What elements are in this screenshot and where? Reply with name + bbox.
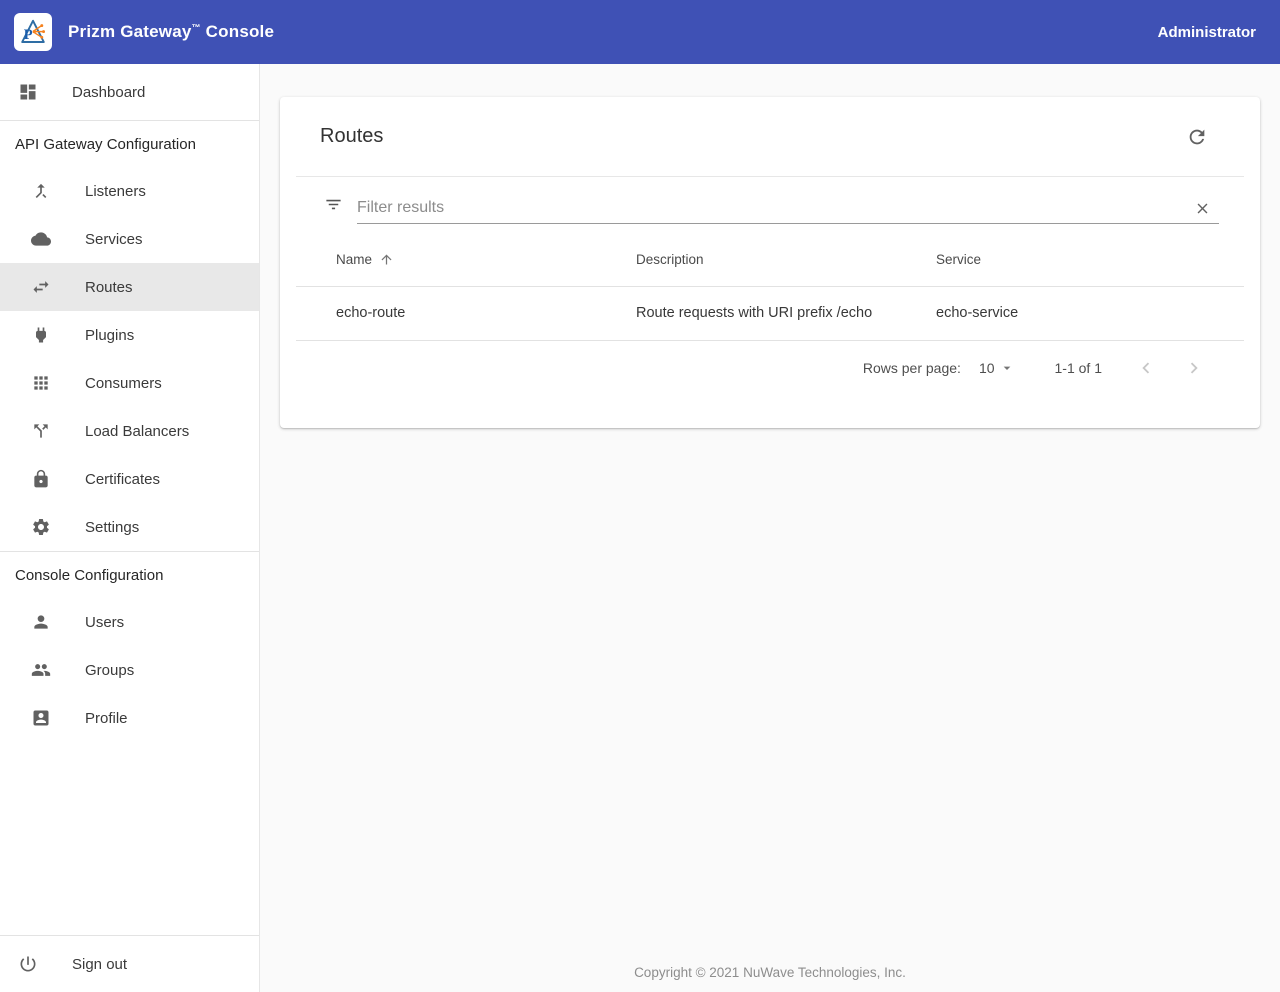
cloud-icon xyxy=(31,229,51,249)
gear-icon xyxy=(31,517,51,537)
next-page-button[interactable] xyxy=(1182,356,1206,380)
sidebar-item-label: Load Balancers xyxy=(85,422,190,440)
sidebar-item-label: Profile xyxy=(85,709,128,727)
page-title: Routes xyxy=(320,125,384,147)
call-split-icon xyxy=(31,421,51,441)
apps-grid-icon xyxy=(31,373,51,393)
sidebar-item-label: Settings xyxy=(85,518,140,536)
clear-filter-button[interactable] xyxy=(1194,200,1219,217)
rows-per-page-select[interactable]: 10 xyxy=(979,360,1015,376)
sidebar: Dashboard API Gateway Configuration List… xyxy=(0,64,260,992)
filter-input[interactable] xyxy=(357,199,1194,217)
routes-table: Name Description Service echo-route Rout… xyxy=(296,234,1244,341)
person-icon xyxy=(31,612,51,632)
app-root: P Prizm Gateway™ Console Administrator D… xyxy=(0,0,1280,992)
sidebar-item-label: Consumers xyxy=(85,374,162,392)
app-title: Prizm Gateway™ Console xyxy=(68,22,275,41)
user-menu[interactable]: Administrator xyxy=(1158,24,1256,41)
chevron-right-icon xyxy=(1190,362,1198,373)
card-divider xyxy=(296,176,1244,177)
pagination-range: 1-1 of 1 xyxy=(1054,359,1102,376)
sidebar-item-listeners[interactable]: Listeners xyxy=(0,167,259,215)
sidebar-item-routes[interactable]: Routes xyxy=(0,263,259,311)
sort-ascending-icon xyxy=(372,252,394,267)
sidebar-item-consumers[interactable]: Consumers xyxy=(0,359,259,407)
call-merge-icon xyxy=(31,181,51,201)
sidebar-item-dashboard[interactable]: Dashboard xyxy=(0,64,259,120)
sidebar-item-users[interactable]: Users xyxy=(0,598,259,646)
card-header: Routes xyxy=(280,97,1260,176)
close-icon xyxy=(1197,203,1208,213)
sidebar-item-label: Groups xyxy=(85,661,135,679)
sidebar-item-label: Dashboard xyxy=(72,83,146,101)
filter-row xyxy=(324,195,1219,224)
sidebar-item-label: Listeners xyxy=(85,182,146,200)
previous-page-button[interactable] xyxy=(1134,356,1158,380)
routes-card: Routes Filter results Name Description S… xyxy=(280,97,1260,428)
refresh-button[interactable] xyxy=(1186,126,1208,148)
pagination: Rows per page: 10 1-1 of 1 xyxy=(280,341,1260,395)
cell-route-service: echo-service xyxy=(896,286,1244,341)
lock-icon xyxy=(31,469,51,489)
cell-route-name: echo-route xyxy=(296,286,596,341)
swap-arrows-icon xyxy=(31,277,51,297)
sidebar-item-label: Routes xyxy=(85,278,133,296)
sidebar-item-label: Sign out xyxy=(72,955,128,973)
column-header-name[interactable]: Name xyxy=(296,234,596,287)
svg-text:P: P xyxy=(24,27,33,43)
main-content: Routes Filter results Name Description S… xyxy=(260,64,1280,992)
power-plug-icon xyxy=(31,325,51,345)
sidebar-item-signout[interactable]: Sign out xyxy=(0,936,259,992)
cell-route-description: Route requests with URI prefix /echo xyxy=(596,286,896,341)
sidebar-item-profile[interactable]: Profile xyxy=(0,694,259,742)
dashboard-icon xyxy=(18,82,38,102)
app-header: P Prizm Gateway™ Console Administrator xyxy=(0,0,1280,64)
copyright-text: Copyright © 2021 NuWave Technologies, In… xyxy=(634,965,906,980)
column-header-description[interactable]: Description xyxy=(596,234,896,287)
sidebar-item-label: Services xyxy=(85,230,143,248)
filter-icon xyxy=(324,195,343,214)
chevron-left-icon xyxy=(1142,362,1150,373)
account-box-icon xyxy=(31,708,51,728)
prizm-logo-icon: P xyxy=(14,13,52,51)
refresh-icon xyxy=(1189,129,1205,144)
section-label-api-gateway: API Gateway Configuration xyxy=(15,135,196,153)
column-header-service[interactable]: Service xyxy=(896,234,1244,287)
rows-per-page-label: Rows per page: xyxy=(862,359,961,376)
sidebar-item-label: Users xyxy=(85,613,125,631)
sidebar-item-label: Plugins xyxy=(85,326,135,344)
sidebar-item-load-balancers[interactable]: Load Balancers xyxy=(0,407,259,455)
dropdown-arrow-icon xyxy=(1003,366,1010,370)
sidebar-item-certificates[interactable]: Certificates xyxy=(0,455,259,503)
sidebar-item-settings[interactable]: Settings xyxy=(0,503,259,551)
sidebar-item-plugins[interactable]: Plugins xyxy=(0,311,259,359)
sidebar-item-services[interactable]: Services xyxy=(0,215,259,263)
people-icon xyxy=(31,660,51,680)
table-header-row: Name Description Service xyxy=(296,234,1244,287)
table-row[interactable]: echo-route Route requests with URI prefi… xyxy=(296,286,1244,341)
section-label-console-config: Console Configuration xyxy=(15,566,164,584)
sidebar-item-label: Certificates xyxy=(85,470,161,488)
sidebar-item-groups[interactable]: Groups xyxy=(0,646,259,694)
power-off-icon xyxy=(18,954,38,974)
